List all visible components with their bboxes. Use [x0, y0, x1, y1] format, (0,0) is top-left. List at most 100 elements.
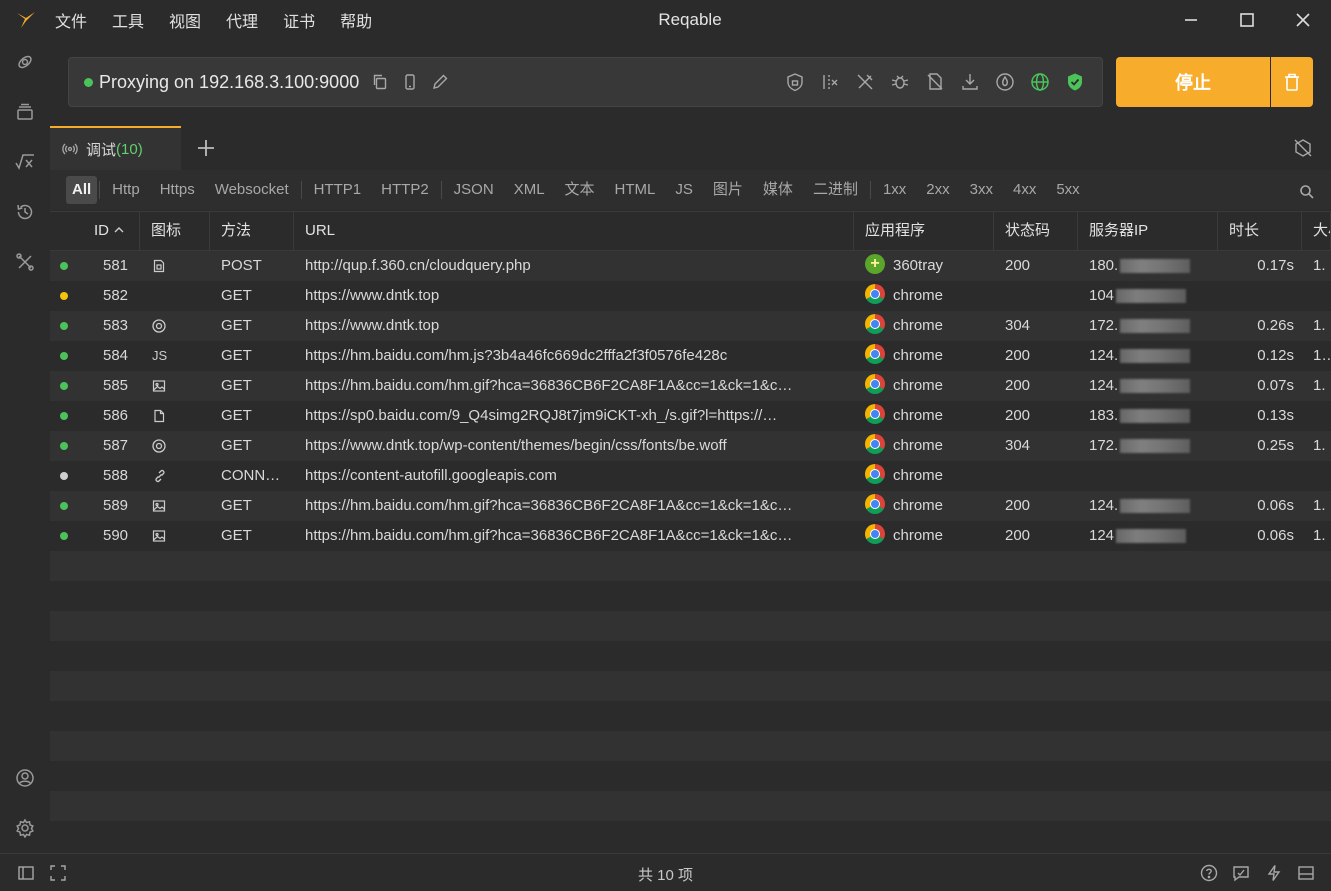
- font-icon: [152, 319, 166, 333]
- filter-js[interactable]: JS: [665, 176, 703, 204]
- column-header[interactable]: ID: [50, 212, 140, 250]
- column-header[interactable]: 状态码: [994, 212, 1078, 250]
- filter-http1[interactable]: HTTP1: [304, 176, 372, 204]
- status-bar: 共 10 项: [0, 853, 1331, 891]
- script-bug-icon[interactable]: [882, 67, 917, 97]
- column-header[interactable]: 图标: [140, 212, 210, 250]
- column-header[interactable]: 时长: [1218, 212, 1302, 250]
- status-dot: [60, 262, 68, 270]
- filter-图片[interactable]: 图片: [703, 176, 753, 204]
- ssl-lock-icon[interactable]: [777, 67, 812, 97]
- table-row[interactable]: 585 GET https://hm.baidu.com/hm.gif?hca=36…: [50, 371, 1331, 401]
- tab-debug-label: 调试: [86, 141, 117, 159]
- js-icon: JS: [152, 348, 168, 363]
- minimize-button[interactable]: [1163, 0, 1219, 40]
- stack-icon[interactable]: [0, 92, 50, 132]
- column-header[interactable]: 服务器IP: [1078, 212, 1218, 250]
- filter-媒体[interactable]: 媒体: [753, 176, 803, 204]
- empty-row: [50, 611, 1331, 641]
- menu-item[interactable]: 代理: [226, 8, 258, 32]
- settings-icon[interactable]: [0, 808, 50, 848]
- download-icon[interactable]: [952, 67, 987, 97]
- status-dot: [60, 322, 68, 330]
- column-header[interactable]: 大小: [1302, 212, 1331, 250]
- cube-off-icon[interactable]: [1291, 136, 1315, 160]
- table-row[interactable]: 583 GET https://www.dntk.top chrome 304 172. 0…: [50, 311, 1331, 341]
- filter-二进制[interactable]: 二进制: [803, 176, 868, 204]
- history-icon[interactable]: [0, 192, 50, 232]
- column-header[interactable]: 方法: [210, 212, 294, 250]
- close-button[interactable]: [1275, 0, 1331, 40]
- filter-http[interactable]: Http: [102, 176, 150, 204]
- breakpoint-icon[interactable]: [812, 67, 847, 97]
- chrome-icon: [865, 284, 885, 305]
- filter-3xx[interactable]: 3xx: [960, 176, 1003, 204]
- menu-item[interactable]: 证书: [283, 8, 315, 32]
- filter-https[interactable]: Https: [150, 176, 205, 204]
- column-header[interactable]: 应用程序: [854, 212, 994, 250]
- table-row[interactable]: 582 GET https://www.dntk.top chrome 104: [50, 281, 1331, 311]
- filter-http2[interactable]: HTTP2: [371, 176, 439, 204]
- search-icon[interactable]: [1297, 182, 1317, 202]
- menu-item[interactable]: 文件: [55, 8, 87, 32]
- filter-websocket[interactable]: Websocket: [205, 176, 299, 204]
- help-icon[interactable]: [1199, 863, 1219, 883]
- table-row[interactable]: 586 GET https://sp0.baidu.com/9_Q4simg2RQJ…: [50, 401, 1331, 431]
- menu-item[interactable]: 工具: [112, 8, 144, 32]
- table-row[interactable]: 588 CONN… https://content-autofill.googlea…: [50, 461, 1331, 491]
- filter-文本[interactable]: 文本: [555, 176, 605, 204]
- filter-json[interactable]: JSON: [444, 176, 504, 204]
- proxy-toolbar: [777, 58, 1092, 106]
- globe-icon[interactable]: [1022, 67, 1057, 97]
- chrome-icon: [865, 494, 885, 515]
- tools-icon[interactable]: [0, 242, 50, 282]
- filter-xml[interactable]: XML: [504, 176, 555, 204]
- redacted-mosaic: [1120, 349, 1191, 364]
- table-row[interactable]: 584 JS GET https://hm.baidu.com/hm.js?3b4a4…: [50, 341, 1331, 371]
- account-icon[interactable]: [0, 758, 50, 798]
- cell-url: https://www.dntk.top/wp-content/themes/b…: [305, 437, 727, 454]
- column-header[interactable]: URL: [294, 212, 854, 250]
- add-tab-button[interactable]: [190, 132, 222, 164]
- filter-2xx[interactable]: 2xx: [916, 176, 959, 204]
- cell-duration: 0.12s: [1257, 347, 1294, 364]
- menu-item[interactable]: 帮助: [340, 8, 372, 32]
- clear-trash-icon[interactable]: [1271, 57, 1313, 107]
- edit-icon[interactable]: [425, 67, 455, 97]
- table-row[interactable]: 590 GET https://hm.baidu.com/hm.gif?hca=36…: [50, 521, 1331, 551]
- table-row[interactable]: 587 GET https://www.dntk.top/wp-content/th…: [50, 431, 1331, 461]
- throttle-icon[interactable]: [987, 67, 1022, 97]
- mobile-icon[interactable]: [395, 67, 425, 97]
- rewrite-off-icon[interactable]: [847, 67, 882, 97]
- redacted-mosaic: [1120, 259, 1191, 274]
- maximize-button[interactable]: [1219, 0, 1275, 40]
- lightning-icon[interactable]: [1264, 863, 1284, 883]
- filter-all[interactable]: All: [66, 176, 98, 204]
- filter-1xx[interactable]: 1xx: [873, 176, 916, 204]
- redacted-mosaic: [1120, 409, 1191, 424]
- filter-5xx[interactable]: 5xx: [1046, 176, 1089, 204]
- status-dot: [60, 292, 68, 300]
- item-count: 共 10 项: [637, 867, 694, 884]
- cell-ip: 124.: [1089, 347, 1119, 364]
- table-row[interactable]: 581 POST http://qup.f.360.cn/cloudquery.ph…: [50, 251, 1331, 281]
- document-icon: [152, 259, 166, 273]
- status-dot: [60, 352, 68, 360]
- cell-url: https://hm.baidu.com/hm.js?3b4a46fc669dc…: [305, 347, 728, 364]
- table-row[interactable]: 589 GET https://hm.baidu.com/hm.gif?hca=36…: [50, 491, 1331, 521]
- menu-item[interactable]: 视图: [169, 8, 201, 32]
- mirror-off-icon[interactable]: [917, 67, 952, 97]
- filter-4xx[interactable]: 4xx: [1003, 176, 1046, 204]
- proxy-status-bar: Proxying on 192.168.3.100:9000: [68, 57, 1103, 107]
- feedback-icon[interactable]: [1231, 863, 1251, 883]
- layout-icon[interactable]: [1296, 863, 1316, 883]
- filter-html[interactable]: HTML: [605, 176, 666, 204]
- shield-check-icon[interactable]: [1057, 67, 1092, 97]
- satellite-icon[interactable]: [0, 42, 50, 82]
- cell-app: chrome: [893, 497, 944, 514]
- tab-debug[interactable]: 调试 (10): [50, 126, 181, 170]
- formula-icon[interactable]: [0, 142, 50, 182]
- copy-icon[interactable]: [365, 67, 395, 97]
- stop-button[interactable]: 停止: [1116, 57, 1270, 107]
- cell-app: chrome: [893, 287, 944, 304]
